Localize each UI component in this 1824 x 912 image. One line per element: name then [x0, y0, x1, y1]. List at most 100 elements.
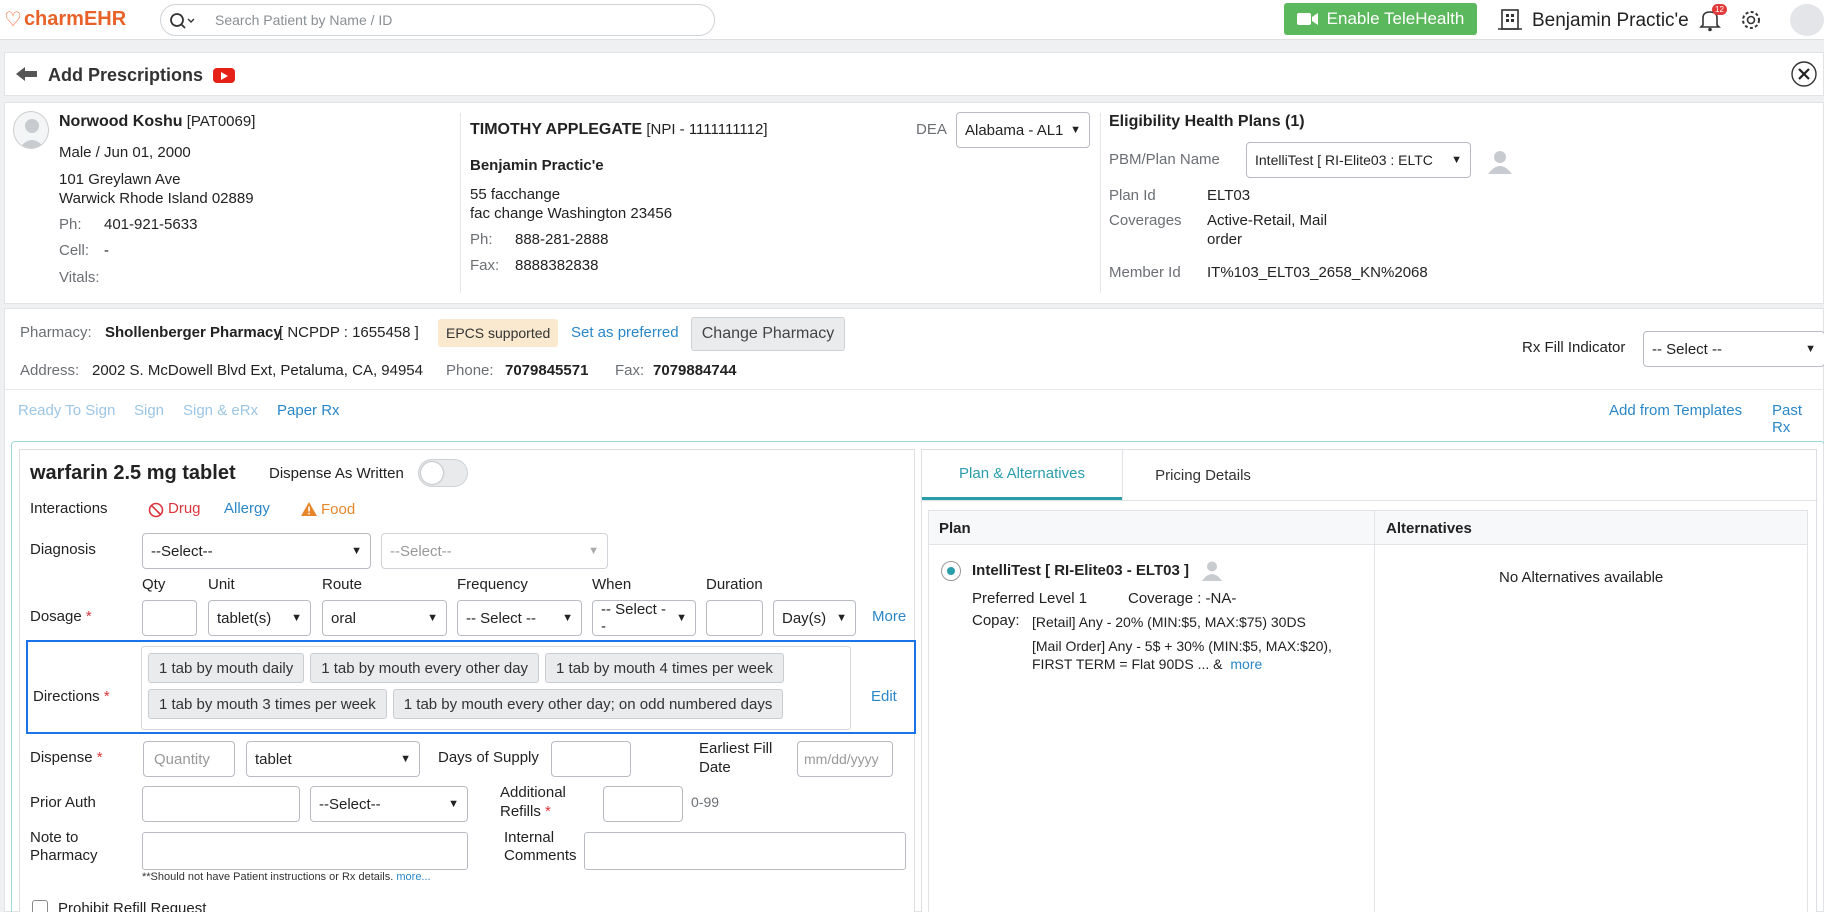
epcs-badge: EPCS supported	[438, 319, 559, 347]
duration-unit-select[interactable]: Day(s) ▼	[773, 600, 856, 636]
prescription-area: Pharmacy: Shollenberger Pharmacy [ NCPDP…	[4, 308, 1824, 912]
edit-directions-link[interactable]: Edit	[871, 688, 897, 705]
eligibility-title: Eligibility Health Plans (1)	[1109, 113, 1305, 130]
additional-refills-input[interactable]	[603, 786, 683, 822]
direction-chip[interactable]: 1 tab by mouth every other day	[310, 653, 540, 683]
alternatives-column-header: Alternatives	[1386, 520, 1472, 537]
patient-id: [PAT0069]	[186, 113, 256, 130]
tab-pricing-details-label: Pricing Details	[1155, 466, 1251, 484]
unit-select[interactable]: tablet(s) ▼	[208, 600, 311, 636]
enable-telehealth-button[interactable]: Enable TeleHealth	[1284, 3, 1477, 35]
user-avatar[interactable]	[1790, 4, 1824, 36]
direction-chip[interactable]: 1 tab by mouth 3 times per week	[148, 689, 387, 719]
route-select[interactable]: oral ▼	[322, 600, 447, 636]
provider-phone: 888-281-2888	[515, 231, 609, 248]
change-pharmacy-button[interactable]: Change Pharmacy	[691, 317, 845, 351]
ready-to-sign-button[interactable]: Ready To Sign	[18, 402, 115, 419]
dispense-unit-select[interactable]: tablet ▼	[246, 741, 420, 777]
prior-auth-input[interactable]	[142, 786, 300, 822]
pbm-plan-select[interactable]: IntelliTest [ RI-Elite03 : ELTC ▼	[1246, 142, 1471, 178]
close-icon[interactable]	[1791, 61, 1817, 87]
direction-chip[interactable]: 1 tab by mouth daily	[148, 653, 305, 683]
internal-comments-label-2: Comments	[504, 847, 577, 864]
additional-refills-label-1: Additional	[500, 784, 566, 801]
qty-input[interactable]	[142, 600, 197, 636]
provider-phone-label: Ph:	[470, 231, 493, 248]
prior-auth-select[interactable]: --Select-- ▼	[310, 786, 468, 822]
direction-chip[interactable]: 1 tab by mouth 4 times per week	[545, 653, 784, 683]
internal-comments-textarea[interactable]	[584, 832, 906, 870]
dispense-quantity-input[interactable]: Quantity	[143, 741, 235, 777]
diagnosis-value-2: --Select--	[390, 542, 452, 560]
logo[interactable]: ♡ charmEHR	[4, 8, 126, 31]
route-value: oral	[331, 609, 357, 627]
frequency-select[interactable]: -- Select -- ▼	[457, 600, 582, 636]
days-of-supply-label: Days of Supply	[438, 749, 539, 766]
paper-rx-button[interactable]: Paper Rx	[277, 402, 340, 419]
dispense-quantity-placeholder: Quantity	[154, 750, 210, 768]
prohibit-refill-label[interactable]: Prohibit Refill Request	[58, 900, 206, 912]
set-preferred-link[interactable]: Set as preferred	[571, 324, 679, 341]
past-rx-link[interactable]: Past Rx	[1772, 402, 1823, 436]
chevron-down-icon: ▼	[1070, 124, 1081, 136]
prescription-form: warfarin 2.5 mg tablet Dispense As Writt…	[19, 449, 916, 912]
patient-name[interactable]: Norwood Koshu	[59, 113, 183, 130]
top-bar: ♡ charmEHR Search Patient by Name / ID E…	[0, 0, 1824, 40]
interaction-food[interactable]: Food	[321, 501, 355, 518]
plan-radio[interactable]	[941, 561, 961, 581]
directions-box[interactable]: 1 tab by mouth daily 1 tab by mouth every…	[141, 646, 851, 730]
drug-name: warfarin 2.5 mg tablet	[30, 462, 236, 484]
tab-pricing-details[interactable]: Pricing Details	[1123, 450, 1283, 500]
person-icon[interactable]	[1487, 148, 1513, 174]
search-icon[interactable]	[169, 12, 195, 30]
earliest-fill-date-input[interactable]: mm/dd/yyyy	[797, 741, 893, 777]
rx-fill-select[interactable]: -- Select -- ▼	[1643, 331, 1824, 367]
add-from-templates-link[interactable]: Add from Templates	[1609, 402, 1742, 419]
notification-badge: 12	[1712, 4, 1727, 15]
coverages-line2: order	[1207, 231, 1243, 248]
sign-button[interactable]: Sign	[134, 402, 164, 419]
divider	[1100, 113, 1101, 293]
dea-select[interactable]: Alabama - AL1 ▼	[956, 112, 1090, 148]
days-of-supply-input[interactable]	[551, 741, 631, 777]
note-hint-more-link[interactable]: more...	[396, 871, 430, 883]
search-bar[interactable]: Search Patient by Name / ID	[160, 4, 715, 36]
required-marker: *	[85, 608, 92, 625]
prohibit-refill-checkbox[interactable]	[32, 900, 48, 912]
sign-erx-button[interactable]: Sign & eRx	[183, 402, 258, 419]
back-arrow-icon[interactable]	[15, 66, 39, 82]
pharmacy-ncpdp: [ NCPDP : 1655458 ]	[279, 324, 419, 341]
interaction-drug[interactable]: Drug	[168, 500, 201, 517]
patient-gender-dob: Male / Jun 01, 2000	[59, 144, 191, 161]
more-dosage-link[interactable]: More	[872, 608, 906, 625]
directions-section: Directions * 1 tab by mouth daily 1 tab b…	[26, 640, 916, 734]
dispense-label: Dispense *	[30, 749, 103, 766]
tab-plan-alternatives-label: Plan & Alternatives	[959, 465, 1085, 482]
route-label: Route	[322, 576, 363, 593]
when-select[interactable]: -- Select -- ▼	[592, 600, 696, 636]
gear-icon[interactable]	[1740, 9, 1762, 31]
diagnosis-select-2[interactable]: --Select-- ▼	[381, 533, 608, 569]
diagnosis-select-1[interactable]: --Select-- ▼	[142, 533, 371, 569]
chevron-down-icon: ▼	[427, 612, 438, 624]
pharmacy-name: Shollenberger Pharmacy	[105, 324, 282, 341]
direction-chip[interactable]: 1 tab by mouth every other day; on odd n…	[392, 689, 784, 719]
additional-refills-label-2: Refills *	[500, 803, 551, 820]
diagnosis-value-1: --Select--	[151, 542, 213, 560]
warning-icon	[301, 502, 317, 516]
search-input[interactable]: Search Patient by Name / ID	[215, 12, 392, 28]
duration-input[interactable]	[706, 600, 763, 636]
practice-name[interactable]: Benjamin Practic'e	[1532, 10, 1689, 32]
tab-plan-alternatives[interactable]: Plan & Alternatives	[922, 450, 1122, 500]
person-icon[interactable]	[1201, 559, 1223, 581]
member-id-label: Member Id	[1109, 264, 1181, 281]
youtube-icon[interactable]	[213, 68, 235, 83]
interaction-allergy[interactable]: Allergy	[224, 500, 270, 517]
copay-more-link[interactable]: more	[1230, 656, 1262, 672]
unit-value: tablet(s)	[217, 609, 272, 627]
directions-label-text: Directions	[33, 688, 100, 705]
note-to-pharmacy-textarea[interactable]	[142, 832, 468, 870]
patient-address2: Warwick Rhode Island 02889	[59, 190, 254, 207]
chevron-down-icon: ▼	[1805, 343, 1816, 355]
daw-toggle[interactable]	[418, 459, 468, 487]
